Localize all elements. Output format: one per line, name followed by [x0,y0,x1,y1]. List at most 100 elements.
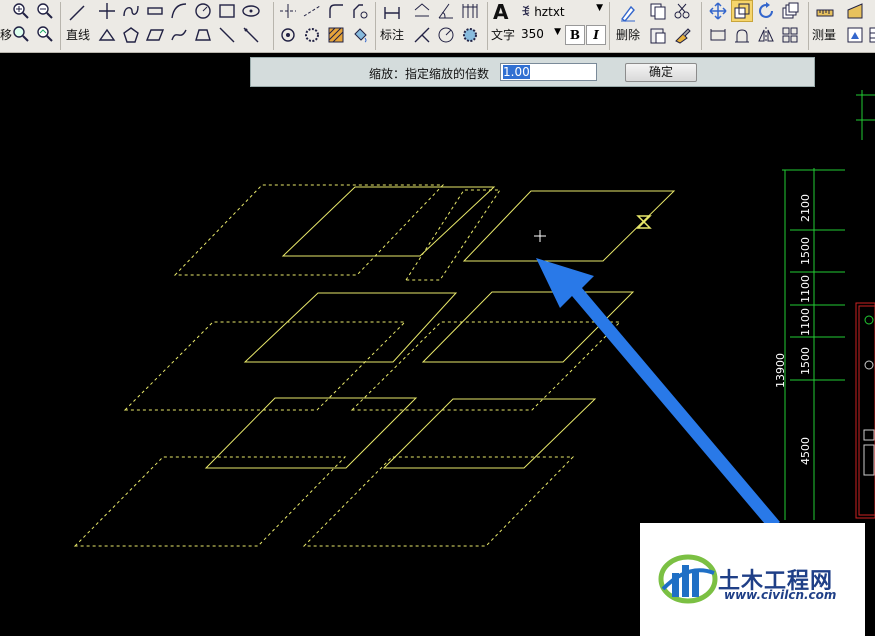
italic-button[interactable]: I [586,25,606,45]
scale-factor-value: 1.00 [503,65,530,79]
chamfer-icon[interactable] [349,0,371,22]
scale-icon[interactable] [731,0,753,22]
paste-icon[interactable] [647,24,669,46]
measure-group: 测量 [810,0,875,52]
extend-icon[interactable] [301,0,323,22]
trim-icon[interactable] [277,0,299,22]
settings-icon[interactable] [459,24,481,46]
separator [808,2,809,50]
table-icon[interactable] [866,24,875,46]
hatch-icon[interactable] [325,24,347,46]
rectangle-icon[interactable] [216,0,238,22]
spline-icon[interactable] [168,24,190,46]
scale-factor-input[interactable]: 1.00 [500,63,597,81]
zoom-in-icon[interactable] [10,0,32,22]
fill-bucket-icon[interactable] [349,24,371,46]
logo-icon [658,554,718,604]
polyline-icon[interactable] [120,0,142,22]
arc-icon[interactable] [168,0,190,22]
drawing-frame [855,302,875,519]
slab-2 [462,190,676,262]
ok-button[interactable]: 确定 [625,63,697,82]
font-name-select[interactable]: ꉂ hztxt ▼ [521,3,605,19]
text-label[interactable]: 文字 [491,26,515,43]
dimension-label[interactable]: 标注 [380,26,404,43]
layer-icon[interactable] [844,24,866,46]
offset-icon[interactable] [144,0,166,22]
bold-button[interactable]: B [565,25,585,45]
leader-icon[interactable] [411,24,433,46]
pentagon-icon[interactable] [120,24,142,46]
text-group: A 文字 ꉂ hztxt ▼ 350 ▼ B I [489,0,609,52]
dim-1100-a: 1100 [799,275,812,303]
gear-icon[interactable] [301,24,323,46]
dashed-slab-6 [302,456,575,547]
slab-6 [382,398,597,469]
draw-group: 直线 [62,0,272,52]
stretch-icon[interactable] [707,24,729,46]
area-icon[interactable] [844,0,866,22]
dashed-slab-2 [405,189,501,281]
circle-icon[interactable] [192,0,214,22]
radius-dim-icon[interactable] [435,24,457,46]
separator [273,2,274,50]
dashed-slab-4 [350,321,622,411]
font-size-select[interactable]: 350 ▼ [521,27,561,43]
cut-icon[interactable] [671,0,693,22]
zoom-out-icon[interactable] [34,0,56,22]
fillet-icon[interactable] [325,0,347,22]
watermark-logo: 土木工程网 www.civilcn.com [640,523,865,636]
dimension-group: 标注 [377,0,487,52]
dashed-slab-5 [73,456,347,547]
move-cross-icon[interactable] [96,0,118,22]
chevron-down-icon: ▼ [554,27,561,37]
grid-icon[interactable] [779,24,801,46]
array-icon[interactable] [779,0,801,22]
angular-dim-icon[interactable] [435,0,457,22]
zoom-window-icon[interactable] [10,23,32,45]
command-prompt: 缩放：指定缩放的倍数 [369,67,490,81]
crosshair-cursor [534,230,546,242]
edit-group: 删除 [611,0,701,52]
measure-label[interactable]: 测量 [812,26,836,43]
aligned-dim-icon[interactable] [411,0,433,22]
dimension-icon[interactable] [381,2,403,24]
separator [375,2,376,50]
text-icon[interactable]: A [493,0,508,24]
baseline-dim-icon[interactable] [459,0,481,22]
zoom-previous-icon[interactable] [34,23,56,45]
font-size-value: 350 [521,27,544,41]
delete-label[interactable]: 删除 [616,26,640,43]
transform-group [703,0,808,52]
separator [487,2,488,50]
move-icon[interactable] [707,0,729,22]
line-icon[interactable] [66,2,88,24]
ellipse-icon[interactable] [240,0,262,22]
trapezoid-icon[interactable] [192,24,214,46]
logo-url: www.civilcn.com [724,588,837,602]
dim-1500-a: 1500 [799,237,812,265]
xline-icon[interactable] [240,24,262,46]
line-label[interactable]: 直线 [66,26,90,43]
ray-icon[interactable] [216,24,238,46]
font-name-value: hztxt [534,5,565,19]
copy-icon[interactable] [647,0,669,22]
brush-icon[interactable] [671,24,693,46]
ruler-icon[interactable] [814,2,836,24]
lengthen-icon[interactable] [731,24,753,46]
dimension-lines [782,90,875,520]
grip-marker [636,215,652,229]
command-bar: 缩放：指定缩放的倍数 1.00 确定 [250,57,815,87]
chevron-down-icon: ▼ [596,3,603,13]
separator [701,2,702,50]
dashed-slab-3 [123,321,407,411]
mirror-icon[interactable] [755,24,777,46]
rotate-icon[interactable] [277,24,299,46]
zoom-group: 移 [0,0,60,52]
eraser-icon[interactable] [617,2,639,24]
dim-1100-b: 1100 [799,308,812,336]
dim-4500: 4500 [799,437,812,465]
triangle-icon[interactable] [96,24,118,46]
parallelogram-icon[interactable] [144,24,166,46]
rotate-object-icon[interactable] [755,0,777,22]
